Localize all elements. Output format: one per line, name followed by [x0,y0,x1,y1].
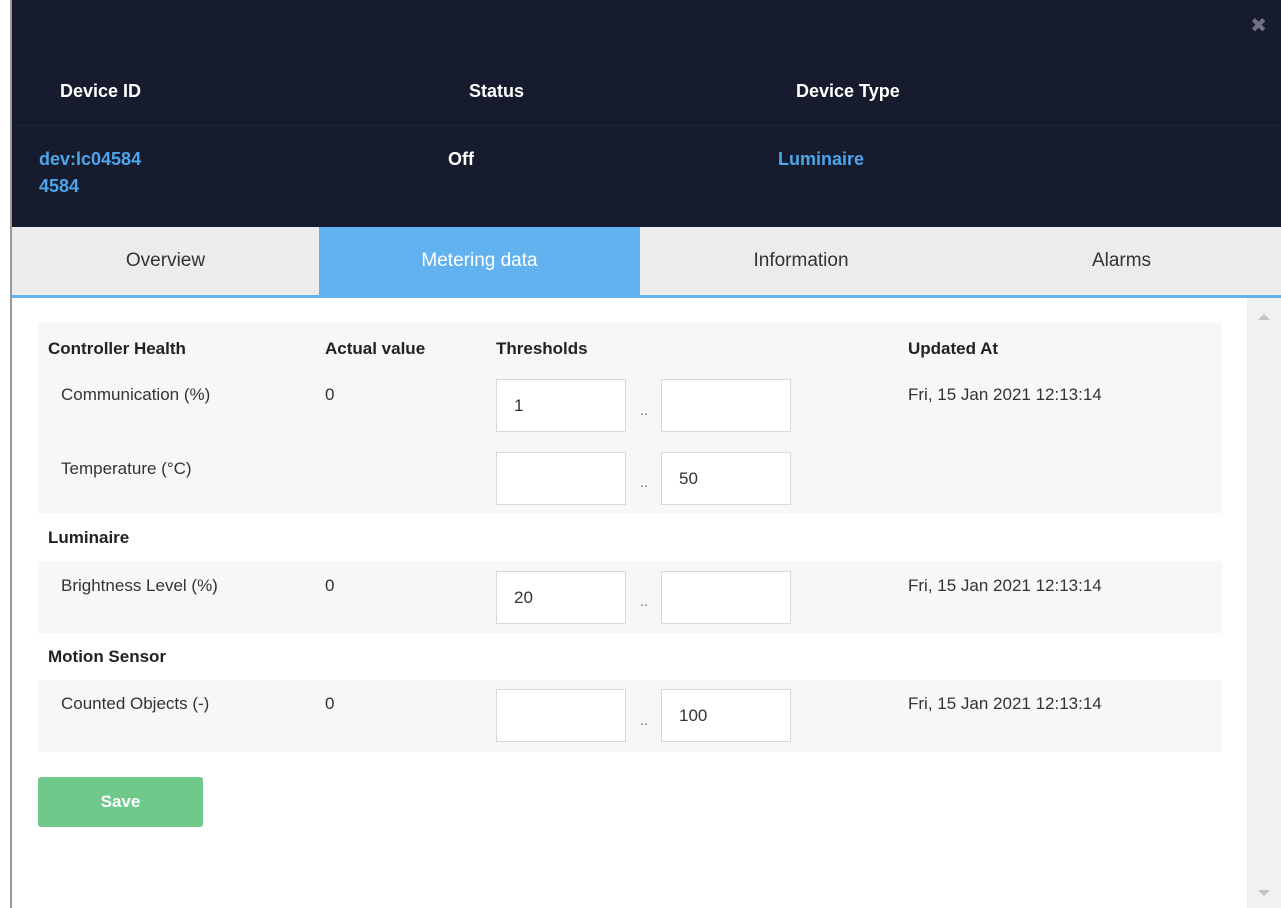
brightness-min-input[interactable] [496,571,626,624]
header-actual-value: Actual value [325,339,426,358]
temperature-min-input[interactable] [496,452,626,505]
tab-metering-data[interactable]: Metering data [319,227,640,295]
range-separator: .. [640,593,649,610]
close-icon[interactable]: ✖ [1250,16,1267,36]
save-button[interactable]: Save [38,777,203,827]
counted-objects-min-input[interactable] [496,689,626,742]
tab-information[interactable]: Information [640,227,962,295]
communication-updated: Fri, 15 Jan 2021 12:13:14 [908,385,1102,404]
communication-label: Communication (%) [61,385,211,404]
communication-actual: 0 [325,385,335,404]
temperature-label: Temperature (°C) [61,459,192,478]
brightness-label: Brightness Level (%) [61,576,218,595]
brightness-actual: 0 [325,576,335,595]
device-type-heading: Device Type [796,81,900,101]
counted-objects-label: Counted Objects (-) [61,694,210,713]
range-separator: .. [640,402,649,419]
scroll-down-icon[interactable] [1258,890,1270,896]
tab-alarms[interactable]: Alarms [962,227,1281,295]
section-motion-sensor: Motion Sensor [48,647,167,666]
device-id-line2: 4584 [39,176,80,196]
device-type-value[interactable]: Luminaire [778,146,864,173]
controller-health-block [38,323,1222,513]
tab-bar: Overview Metering data Information Alarm… [12,227,1281,295]
device-id-value[interactable]: dev:lc04584 4584 [39,146,141,200]
header-divider [12,125,1281,126]
metering-panel: Controller Health Actual value Threshold… [12,298,1247,908]
status-heading: Status [469,81,525,101]
counted-objects-max-input[interactable] [661,689,791,742]
section-luminaire: Luminaire [48,528,130,547]
device-id-heading: Device ID [60,81,142,101]
communication-min-input[interactable] [496,379,626,432]
tab-overview[interactable]: Overview [12,227,319,295]
communication-max-input[interactable] [661,379,791,432]
device-id-line1: dev:lc04584 [39,149,142,169]
luminaire-block [38,561,1222,633]
header-thresholds: Thresholds [496,339,588,358]
motion-sensor-block [38,680,1222,752]
brightness-max-input[interactable] [661,571,791,624]
vertical-scrollbar[interactable] [1247,298,1281,908]
range-separator: .. [640,712,649,729]
device-header: ✖ Device ID Status Device Type dev:lc045… [12,0,1281,227]
header-controller-health: Controller Health [48,339,186,358]
status-value: Off [448,149,474,169]
range-separator: .. [640,474,649,491]
temperature-max-input[interactable] [661,452,791,505]
counted-objects-updated: Fri, 15 Jan 2021 12:13:14 [908,694,1102,713]
brightness-updated: Fri, 15 Jan 2021 12:13:14 [908,576,1102,595]
scroll-up-icon[interactable] [1258,314,1270,320]
device-details-modal: ✖ Device ID Status Device Type dev:lc045… [0,0,1281,908]
header-updated-at: Updated At [908,339,999,358]
counted-objects-actual: 0 [325,694,335,713]
